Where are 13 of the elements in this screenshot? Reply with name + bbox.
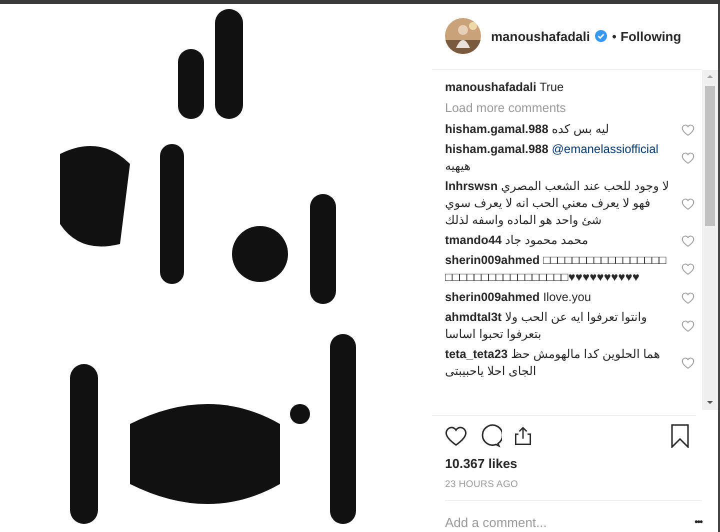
more-options-button[interactable]: ••• — [694, 517, 702, 528]
following-button[interactable]: Following — [620, 28, 682, 44]
mention-link[interactable]: @emanelassiofficial — [552, 142, 658, 156]
like-heart-icon[interactable] — [444, 424, 468, 448]
username[interactable]: manoushafadali — [491, 28, 590, 44]
separator-dot: • — [612, 28, 617, 44]
caption: manoushafadali True — [445, 79, 565, 96]
scrollbar[interactable] — [702, 70, 718, 410]
post-time: 23 HOURS AGO — [444, 478, 520, 492]
likes-count: 10.367 likes — [444, 455, 518, 471]
comment-text: sherin009ahmed Ilove.you — [445, 289, 592, 306]
bookmark-icon[interactable] — [670, 424, 690, 448]
share-icon[interactable] — [512, 425, 534, 447]
